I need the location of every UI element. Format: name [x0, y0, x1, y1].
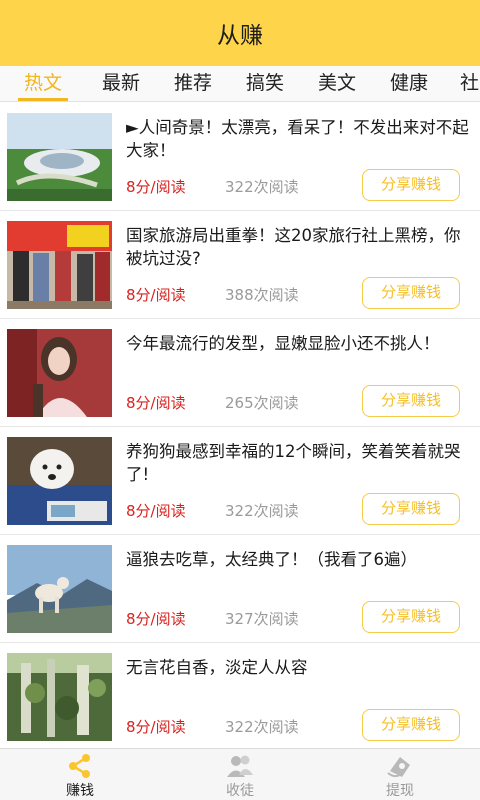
article-title[interactable]: 国家旅游局出重拳！这20家旅行社上黑榜，你被坑过没?	[126, 224, 472, 270]
tab-health[interactable]: 健康	[388, 66, 430, 101]
read-count: 322次阅读	[225, 718, 299, 736]
share-earn-button[interactable]: 分享赚钱	[362, 601, 460, 633]
nav-withdraw-label: 提现	[386, 783, 414, 799]
article-title[interactable]: 无言花自香，淡定人从容	[126, 656, 472, 679]
tab-hot[interactable]: 热文	[18, 66, 68, 101]
share-earn-button[interactable]: 分享赚钱	[362, 493, 460, 525]
reward-rate: 8分/阅读	[126, 394, 186, 412]
read-count: 322次阅读	[225, 502, 299, 520]
article-thumbnail	[7, 653, 112, 741]
read-count: 265次阅读	[225, 394, 299, 412]
reward-rate: 8分/阅读	[126, 502, 186, 520]
tab-funny[interactable]: 搞笑	[244, 66, 286, 101]
share-earn-button[interactable]: 分享赚钱	[362, 709, 460, 741]
app-title: 从赚	[217, 23, 263, 49]
article-item[interactable]: 逼狼去吃草，太经典了！（我看了6遍） 8分/阅读 327次阅读 分享赚钱	[0, 535, 480, 643]
nav-apprentice[interactable]: 收徒	[160, 749, 320, 800]
article-thumbnail	[7, 545, 112, 633]
bottom-navigation: 赚钱 收徒 提现	[0, 748, 480, 800]
tab-recommended[interactable]: 推荐	[172, 66, 214, 101]
nav-earn[interactable]: 赚钱	[0, 749, 160, 800]
nav-earn-label: 赚钱	[66, 783, 94, 799]
article-thumbnail	[7, 221, 112, 309]
read-count: 322次阅读	[225, 178, 299, 196]
article-thumbnail	[7, 437, 112, 525]
tab-society[interactable]: 社	[460, 66, 480, 101]
users-icon	[227, 755, 253, 777]
app-header: 从赚	[0, 0, 480, 66]
nav-withdraw[interactable]: 提现	[320, 749, 480, 800]
reward-rate: 8分/阅读	[126, 718, 186, 736]
article-list: ►人间奇景！太漂亮，看呆了！不发出来对不起大家！ 8分/阅读 322次阅读 分享…	[0, 103, 480, 751]
share-icon	[69, 754, 90, 778]
share-earn-button[interactable]: 分享赚钱	[362, 277, 460, 309]
tab-essays[interactable]: 美文	[316, 66, 358, 101]
article-item[interactable]: 养狗狗最感到幸福的12个瞬间，笑着笑着就哭了! 8分/阅读 322次阅读 分享赚…	[0, 427, 480, 535]
reward-rate: 8分/阅读	[126, 178, 186, 196]
article-item[interactable]: 国家旅游局出重拳！这20家旅行社上黑榜，你被坑过没? 8分/阅读 388次阅读 …	[0, 211, 480, 319]
article-thumbnail	[7, 113, 112, 201]
share-earn-button[interactable]: 分享赚钱	[362, 169, 460, 201]
wallet-icon	[387, 757, 410, 778]
article-title[interactable]: 养狗狗最感到幸福的12个瞬间，笑着笑着就哭了!	[126, 440, 472, 486]
category-tabs: 热文 最新 推荐 搞笑 美文 健康 社	[0, 66, 480, 102]
article-item[interactable]: 今年最流行的发型，显嫩显脸小还不挑人！ 8分/阅读 265次阅读 分享赚钱	[0, 319, 480, 427]
read-count: 388次阅读	[225, 286, 299, 304]
article-title[interactable]: ►人间奇景！太漂亮，看呆了！不发出来对不起大家！	[126, 116, 472, 162]
reward-rate: 8分/阅读	[126, 610, 186, 628]
article-item[interactable]: ►人间奇景！太漂亮，看呆了！不发出来对不起大家！ 8分/阅读 322次阅读 分享…	[0, 103, 480, 211]
article-title[interactable]: 今年最流行的发型，显嫩显脸小还不挑人！	[126, 332, 472, 355]
article-item[interactable]: 无言花自香，淡定人从容 8分/阅读 322次阅读 分享赚钱	[0, 643, 480, 751]
reward-rate: 8分/阅读	[126, 286, 186, 304]
article-title[interactable]: 逼狼去吃草，太经典了！（我看了6遍）	[126, 548, 472, 571]
share-earn-button[interactable]: 分享赚钱	[362, 385, 460, 417]
article-thumbnail	[7, 329, 112, 417]
tab-latest[interactable]: 最新	[100, 66, 142, 101]
read-count: 327次阅读	[225, 610, 299, 628]
nav-apprentice-label: 收徒	[226, 783, 254, 799]
